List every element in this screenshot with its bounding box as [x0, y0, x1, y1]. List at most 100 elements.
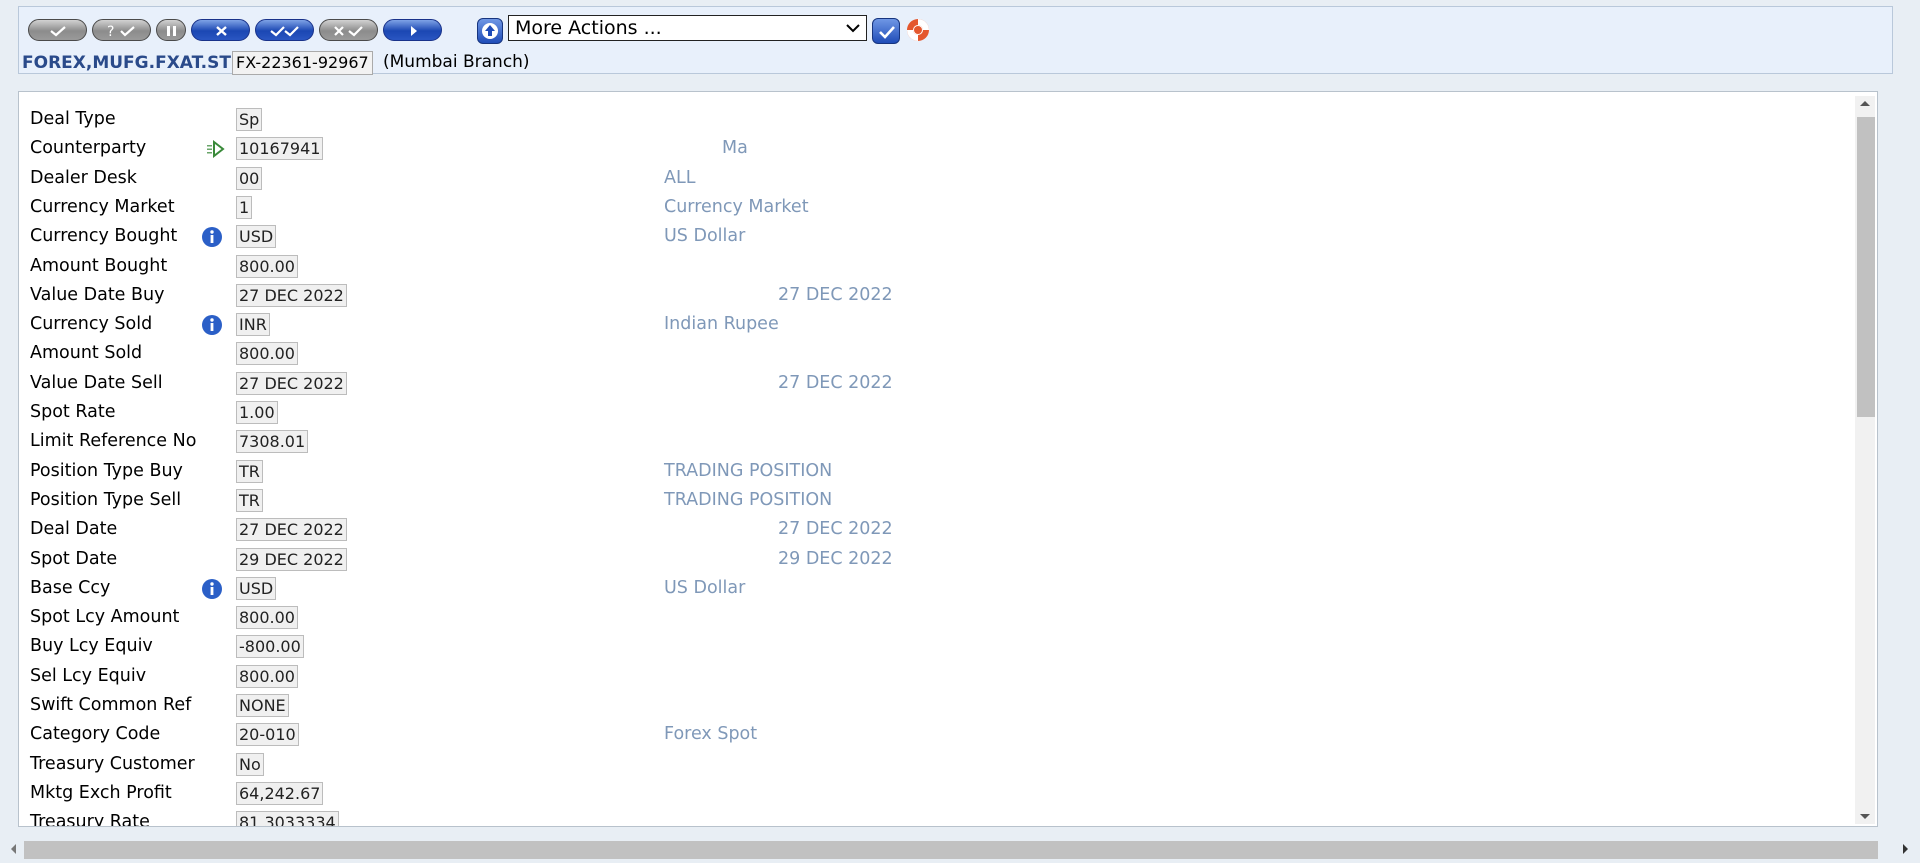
field-label: Buy Lcy Equiv: [30, 636, 153, 657]
horizontal-scroll-thumb[interactable]: [24, 841, 1878, 859]
next-button[interactable]: [383, 19, 442, 41]
field-enrichment: ALL: [664, 167, 696, 188]
drilldown-arrow-icon[interactable]: [205, 140, 227, 159]
field-value[interactable]: 1.00: [236, 401, 278, 424]
field-value[interactable]: 81.3033334: [236, 811, 339, 826]
field-label: Spot Lcy Amount: [30, 607, 180, 628]
field-label: Treasury Rate: [30, 812, 150, 827]
field-value[interactable]: 64,242.67: [236, 781, 324, 805]
field-value[interactable]: 27 DEC 2022: [236, 518, 347, 542]
field-label: Position Type Sell: [30, 489, 182, 510]
deal-form-panel: Deal Type Sp Counterparty 10167941 Ma Dealer …: [18, 91, 1878, 827]
cross-icon: [216, 26, 227, 36]
arrow-right-icon: [411, 26, 417, 36]
go-button[interactable]: [872, 18, 900, 44]
field-label: Position Type Buy: [30, 460, 183, 481]
field-label: Deal Type: [30, 109, 116, 129]
field-value[interactable]: NONE: [236, 694, 289, 717]
field-value[interactable]: 27 DEC 2022: [236, 371, 347, 395]
scroll-left-arrow-icon[interactable]: [6, 839, 22, 859]
field-value[interactable]: 10167941: [236, 137, 324, 161]
info-icon[interactable]: [201, 314, 223, 336]
scroll-up-arrow-icon[interactable]: [1855, 96, 1875, 110]
field-enrichment: Ma: [722, 138, 748, 159]
field-value[interactable]: TR: [236, 459, 263, 483]
field-enrichment: 27 DEC 2022: [778, 519, 893, 540]
field-enrichment: US Dollar: [664, 577, 746, 598]
field-enrichment: TRADING POSITION: [664, 460, 833, 481]
field-label: Limit Reference No: [30, 431, 197, 452]
info-icon[interactable]: [201, 226, 223, 248]
validate-button[interactable]: ?: [92, 19, 151, 41]
field-value[interactable]: 27 DEC 2022: [236, 283, 347, 307]
field-value[interactable]: 00: [236, 166, 263, 190]
svg-text:?: ?: [107, 24, 114, 40]
authorise-button[interactable]: [255, 19, 314, 41]
field-label: Counterparty: [30, 138, 147, 159]
commit-button[interactable]: [28, 19, 87, 41]
up-button[interactable]: [477, 18, 503, 44]
field-enrichment: Currency Market: [664, 196, 809, 217]
reverse-icon: [334, 26, 363, 37]
field-value[interactable]: 800.00: [236, 606, 298, 630]
field-enrichment: 27 DEC 2022: [778, 284, 893, 305]
info-icon[interactable]: [201, 578, 223, 600]
application-name: FOREX,MUFG.FXAT.STP: [22, 53, 244, 73]
field-label: Amount Bought: [30, 255, 168, 276]
field-value[interactable]: 7308.01: [236, 430, 309, 454]
field-label: Base Ccy: [30, 577, 111, 598]
field-value[interactable]: INR: [236, 313, 270, 337]
field-value[interactable]: No: [236, 752, 264, 776]
vertical-scroll-thumb[interactable]: [1857, 117, 1875, 417]
field-label: Currency Market: [30, 196, 175, 217]
field-enrichment: US Dollar: [664, 226, 746, 247]
field-label: Spot Rate: [30, 402, 116, 422]
field-label: Value Date Sell: [30, 372, 163, 393]
check-icon: [879, 26, 895, 39]
field-label: Spot Date: [30, 548, 118, 569]
field-label: Treasury Customer: [30, 753, 195, 774]
field-value[interactable]: TR: [236, 488, 263, 512]
scroll-down-arrow-icon[interactable]: [1855, 810, 1875, 824]
field-label: Dealer Desk: [30, 167, 137, 188]
field-enrichment: Indian Rupee: [664, 314, 779, 335]
field-value[interactable]: 800.00: [236, 664, 298, 688]
field-value[interactable]: Sp: [236, 108, 263, 131]
field-value[interactable]: USD: [236, 225, 277, 249]
chevron-down-icon: [846, 24, 860, 33]
field-enrichment: 27 DEC 2022: [778, 372, 893, 393]
validate-icon: ?: [107, 24, 135, 40]
field-value[interactable]: -800.00: [236, 635, 304, 659]
hold-button[interactable]: [156, 19, 186, 41]
field-label: Category Code: [30, 724, 161, 745]
deal-id-field[interactable]: FX-22361-92967: [232, 51, 373, 75]
field-enrichment: Forex Spot: [664, 724, 758, 745]
check-icon: [50, 26, 66, 37]
delete-button[interactable]: [191, 19, 250, 41]
arrow-up-icon: [482, 23, 498, 39]
more-actions-label: More Actions ...: [515, 17, 662, 39]
field-label: Deal Date: [30, 519, 118, 540]
more-actions-select[interactable]: More Actions ...: [508, 15, 867, 41]
field-label: Value Date Buy: [30, 284, 165, 305]
field-value[interactable]: 29 DEC 2022: [236, 547, 347, 571]
branch-label: (Mumbai Branch): [383, 52, 530, 72]
field-label: Currency Sold: [30, 314, 153, 335]
vertical-scrollbar[interactable]: [1855, 96, 1875, 824]
horizontal-scrollbar[interactable]: [0, 839, 1920, 859]
field-label: Swift Common Ref: [30, 695, 192, 715]
field-enrichment: 29 DEC 2022: [778, 548, 893, 569]
scroll-right-arrow-icon[interactable]: [1898, 839, 1914, 859]
field-value[interactable]: 800.00: [236, 342, 298, 366]
toolbar-header: ? More Actions ... FOREX,MUFG.FXAT.STP F…: [18, 6, 1893, 75]
field-label: Mktg Exch Profit: [30, 782, 172, 803]
field-value[interactable]: 1: [236, 195, 253, 219]
field-value[interactable]: 20-010: [236, 723, 299, 747]
field-value[interactable]: USD: [236, 576, 277, 600]
reverse-button[interactable]: [319, 19, 378, 41]
field-value[interactable]: 800.00: [236, 254, 298, 278]
pause-icon: [167, 26, 176, 36]
field-label: Amount Sold: [30, 343, 143, 364]
lifebuoy-icon[interactable]: [905, 17, 931, 43]
field-enrichment: TRADING POSITION: [664, 489, 833, 510]
